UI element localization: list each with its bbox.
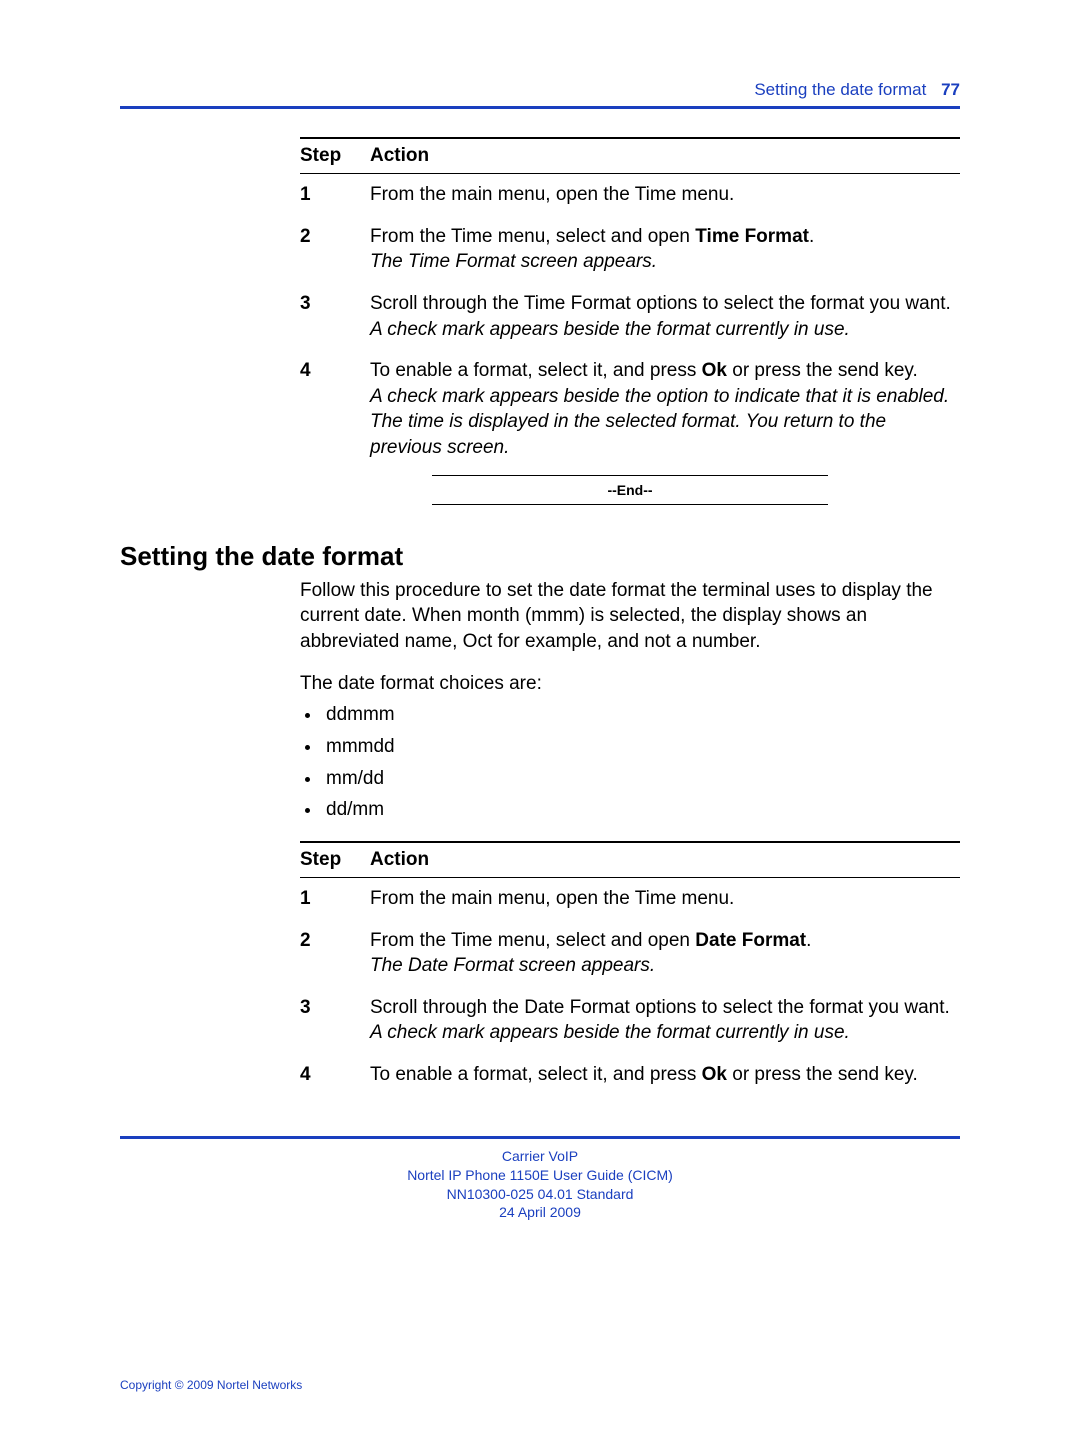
- table-row: 1 From the main menu, open the Time menu…: [300, 878, 960, 920]
- footer-line: Nortel IP Phone 1150E User Guide (CICM): [120, 1166, 960, 1185]
- list-item: mm/dd: [322, 766, 960, 792]
- footer-rule: [120, 1136, 960, 1139]
- table-header-row: Step Action: [300, 843, 960, 877]
- step-number: 2: [300, 224, 370, 275]
- step-number: 4: [300, 1062, 370, 1088]
- col-header-step: Step: [300, 145, 370, 167]
- step-action: To enable a format, select it, and press…: [370, 1062, 960, 1088]
- col-header-action: Action: [370, 849, 429, 871]
- list-item: dd/mm: [322, 797, 960, 823]
- step-number: 1: [300, 886, 370, 912]
- table-end: --End--: [300, 475, 960, 505]
- list-item: mmmdd: [322, 734, 960, 760]
- footer-line: Carrier VoIP: [120, 1147, 960, 1166]
- step-number: 3: [300, 995, 370, 1046]
- text: To enable a format, select it, and press: [370, 1064, 702, 1085]
- table-row: 4 To enable a format, select it, and pre…: [300, 350, 960, 469]
- step-action: From the main menu, open the Time menu.: [370, 182, 960, 208]
- end-rule: [432, 504, 828, 505]
- bold-term: Ok: [702, 360, 727, 381]
- text: .: [806, 930, 811, 951]
- text: From the Time menu, select and open: [370, 226, 695, 247]
- table-row: 3 Scroll through the Time Format options…: [300, 283, 960, 350]
- result-text: The Date Format screen appears.: [370, 955, 655, 976]
- running-header: Setting the date format 77: [120, 80, 960, 100]
- result-text: A check mark appears beside the format c…: [370, 319, 850, 340]
- col-header-step: Step: [300, 849, 370, 871]
- col-header-action: Action: [370, 145, 429, 167]
- text: To enable a format, select it, and press: [370, 360, 702, 381]
- table-row: 2 From the Time menu, select and open Da…: [300, 920, 960, 987]
- paragraph: Follow this procedure to set the date fo…: [300, 578, 960, 655]
- section-body: Follow this procedure to set the date fo…: [300, 578, 960, 823]
- step-action: Scroll through the Date Format options t…: [370, 995, 960, 1046]
- page: Setting the date format 77 Step Action 1…: [0, 0, 1080, 1262]
- text: Scroll through the Date Format options t…: [370, 997, 950, 1018]
- header-rule: [120, 106, 960, 109]
- footer-block: Carrier VoIP Nortel IP Phone 1150E User …: [120, 1147, 960, 1223]
- table-row: 2 From the Time menu, select and open Ti…: [300, 216, 960, 283]
- step-action: From the Time menu, select and open Time…: [370, 224, 960, 275]
- header-page-number: 77: [941, 80, 960, 99]
- result-text: A check mark appears beside the option t…: [370, 386, 949, 458]
- text: or press the send key.: [727, 1064, 918, 1085]
- footer-line: 24 April 2009: [120, 1203, 960, 1222]
- bold-term: Time Format: [695, 226, 809, 247]
- step-action: To enable a format, select it, and press…: [370, 358, 960, 461]
- section-heading: Setting the date format: [120, 541, 960, 572]
- step-number: 3: [300, 291, 370, 342]
- time-format-steps: Step Action 1 From the main menu, open t…: [300, 137, 960, 505]
- step-number: 4: [300, 358, 370, 461]
- table-row: 4 To enable a format, select it, and pre…: [300, 1054, 960, 1096]
- end-label: --End--: [300, 480, 960, 500]
- text: .: [809, 226, 814, 247]
- text: From the Time menu, select and open: [370, 930, 695, 951]
- table-header-row: Step Action: [300, 139, 960, 173]
- date-format-steps: Step Action 1 From the main menu, open t…: [300, 841, 960, 1096]
- format-list: ddmmm mmmdd mm/dd dd/mm: [322, 702, 960, 823]
- step-action: From the Time menu, select and open Date…: [370, 928, 960, 979]
- text: Scroll through the Time Format options t…: [370, 293, 951, 314]
- step-action: Scroll through the Time Format options t…: [370, 291, 960, 342]
- bold-term: Ok: [702, 1064, 727, 1085]
- paragraph: The date format choices are:: [300, 671, 960, 697]
- footer-line: NN10300-025 04.01 Standard: [120, 1185, 960, 1204]
- table-row: 3 Scroll through the Date Format options…: [300, 987, 960, 1054]
- result-text: A check mark appears beside the format c…: [370, 1022, 850, 1043]
- table-row: 1 From the main menu, open the Time menu…: [300, 174, 960, 216]
- text: or press the send key.: [727, 360, 918, 381]
- list-item: ddmmm: [322, 702, 960, 728]
- step-number: 2: [300, 928, 370, 979]
- result-text: The Time Format screen appears.: [370, 251, 657, 272]
- bold-term: Date Format: [695, 930, 806, 951]
- end-rule: [432, 475, 828, 476]
- copyright: Copyright © 2009 Nortel Networks: [120, 1378, 302, 1392]
- header-section: Setting the date format: [754, 80, 926, 99]
- step-action: From the main menu, open the Time menu.: [370, 886, 960, 912]
- step-number: 1: [300, 182, 370, 208]
